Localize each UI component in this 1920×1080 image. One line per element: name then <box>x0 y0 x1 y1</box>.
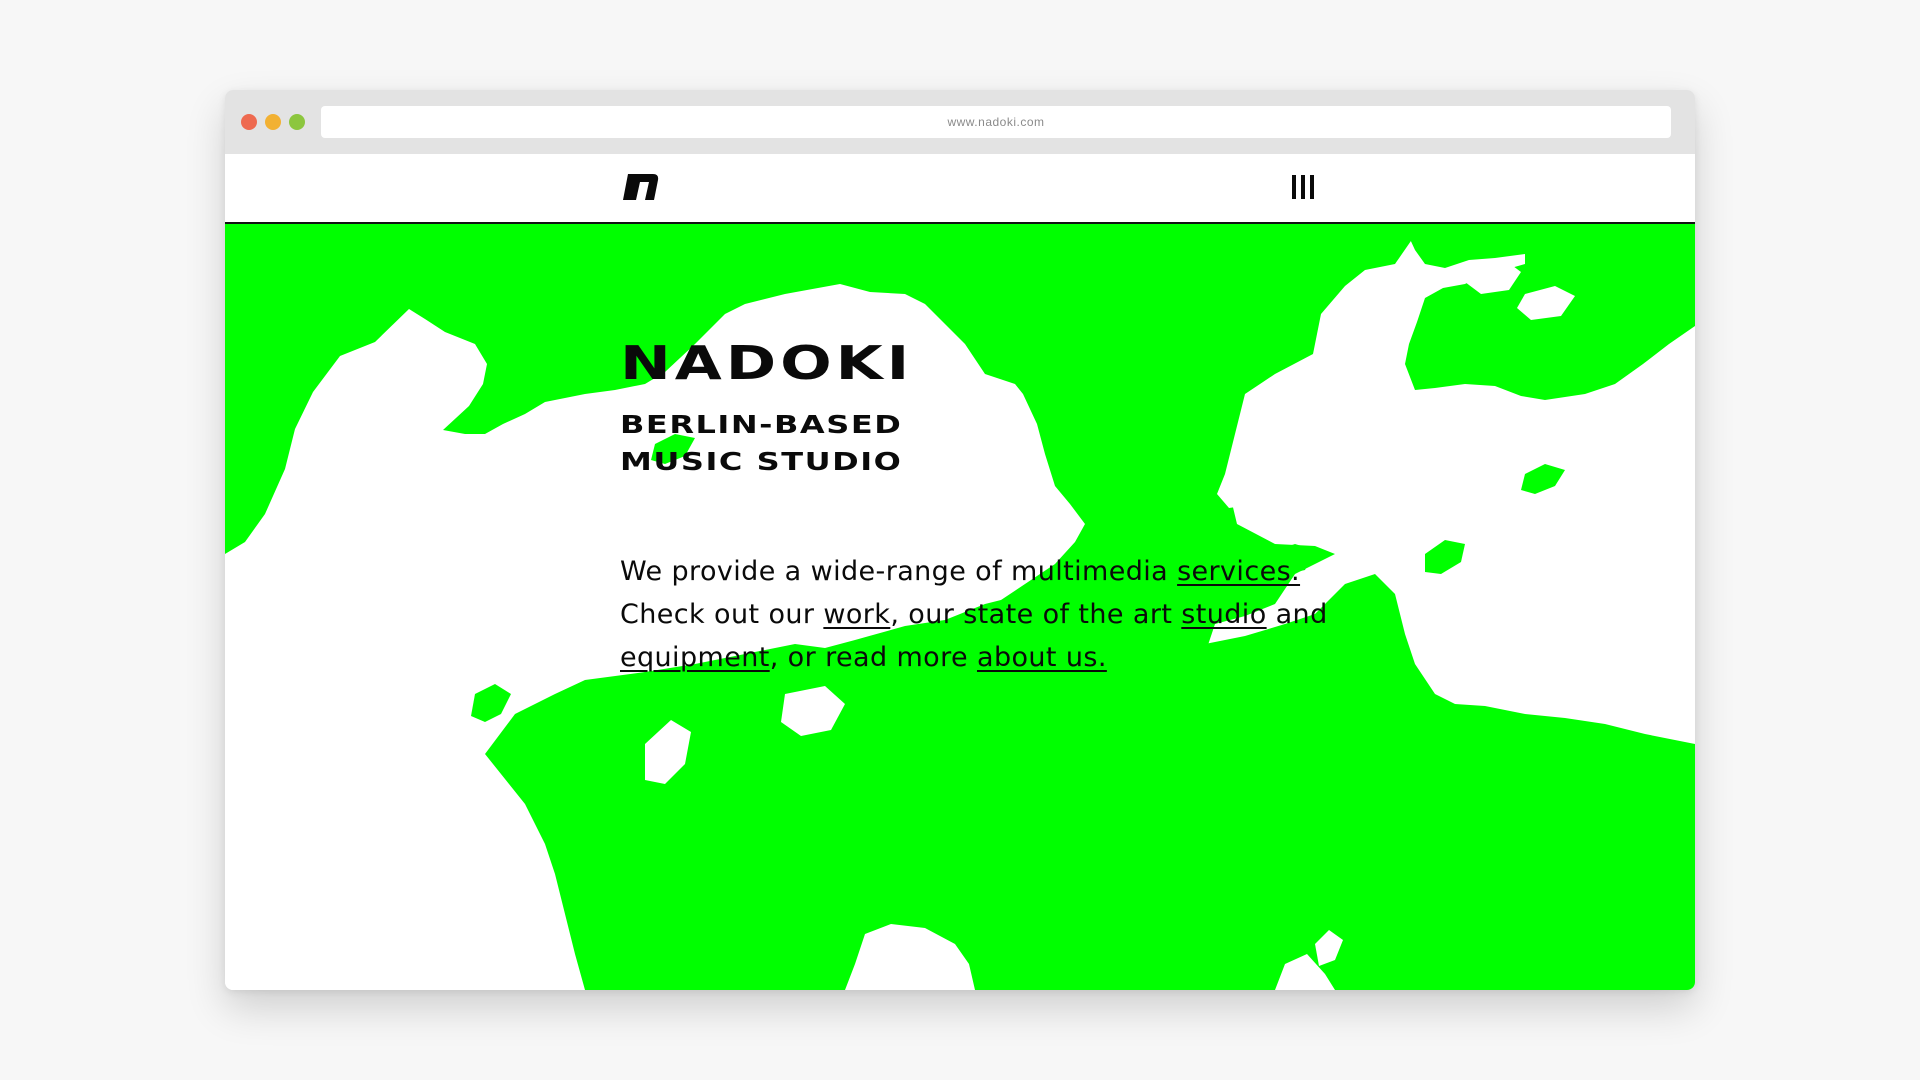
page-subtitle: BERLIN-BASED MUSIC STUDIO <box>620 406 902 480</box>
page-title: NADOKI <box>620 336 914 390</box>
minimize-window-button[interactable] <box>265 114 281 130</box>
subtitle-line-1: BERLIN-BASED <box>620 410 903 439</box>
menu-bars-icon[interactable] <box>1290 174 1318 200</box>
studio-link[interactable]: studio <box>1181 599 1266 630</box>
equipment-link[interactable]: equipment <box>620 642 770 673</box>
browser-window: www.nadoki.com NADOKI BERLIN-BASED MUSIC… <box>225 90 1695 990</box>
subtitle-line-2: MUSIC STUDIO <box>620 447 903 476</box>
site-header <box>225 154 1695 224</box>
address-bar[interactable]: www.nadoki.com <box>321 106 1671 138</box>
intro-text-5: , or read more <box>769 642 977 673</box>
browser-chrome: www.nadoki.com <box>225 90 1695 154</box>
close-window-button[interactable] <box>241 114 257 130</box>
intro-text-4: and <box>1266 599 1328 630</box>
intro-text-3: , our state of the art <box>890 599 1182 630</box>
intro-text-1: We provide a wide-range of multimedia <box>620 556 1178 587</box>
hero-section: NADOKI BERLIN-BASED MUSIC STUDIO We prov… <box>225 224 1695 990</box>
services-link[interactable]: services. <box>1177 556 1300 587</box>
about-us-link[interactable]: about us. <box>977 642 1107 673</box>
zoom-window-button[interactable] <box>289 114 305 130</box>
intro-paragraph: We provide a wide-range of multimedia se… <box>620 550 1340 679</box>
intro-text-2: Check out our <box>620 599 824 630</box>
nadoki-logo-icon[interactable] <box>620 174 660 200</box>
work-link[interactable]: work <box>823 599 890 630</box>
